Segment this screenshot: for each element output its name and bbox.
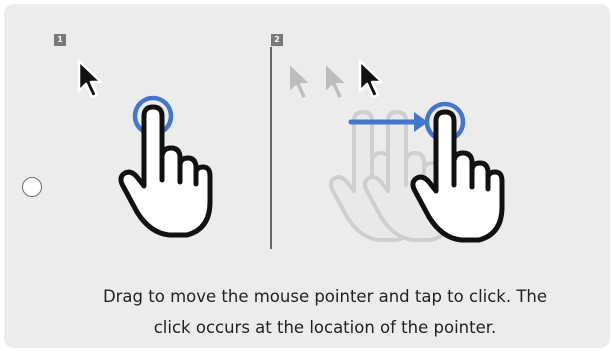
caption-line-1: Drag to move the mouse pointer and tap t…	[102, 287, 548, 306]
step-1-badge: 1	[54, 34, 66, 46]
option-radio-button[interactable]	[22, 177, 42, 197]
option-caption: Drag to move the mouse pointer and tap t…	[40, 281, 610, 343]
step-2-badge: 2	[271, 34, 283, 46]
caption-line-2: click occurs at the location of the poin…	[153, 318, 497, 337]
step-divider	[270, 47, 272, 249]
